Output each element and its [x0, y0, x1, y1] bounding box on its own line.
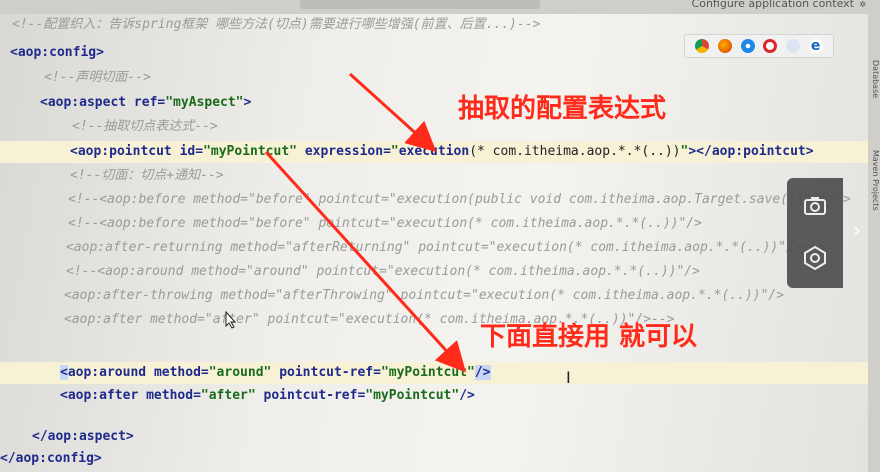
maven-projects-tool-tab[interactable]: Maven Projects — [868, 150, 880, 211]
arrow-to-pointcut-ref — [264, 150, 467, 373]
annotation-arrows — [264, 72, 467, 373]
annotation-use-directly: 下面直接用 就可以 — [480, 322, 698, 352]
mouse-pointer-icon — [225, 311, 237, 329]
annotation-extracted-expression: 抽取的配置表达式 — [458, 94, 667, 124]
arrow-to-pointcut — [348, 72, 437, 153]
database-tool-tab[interactable]: Database — [868, 60, 880, 98]
right-tool-strip: Database Maven Projects — [868, 0, 880, 472]
text-cursor-icon: I — [566, 368, 571, 387]
